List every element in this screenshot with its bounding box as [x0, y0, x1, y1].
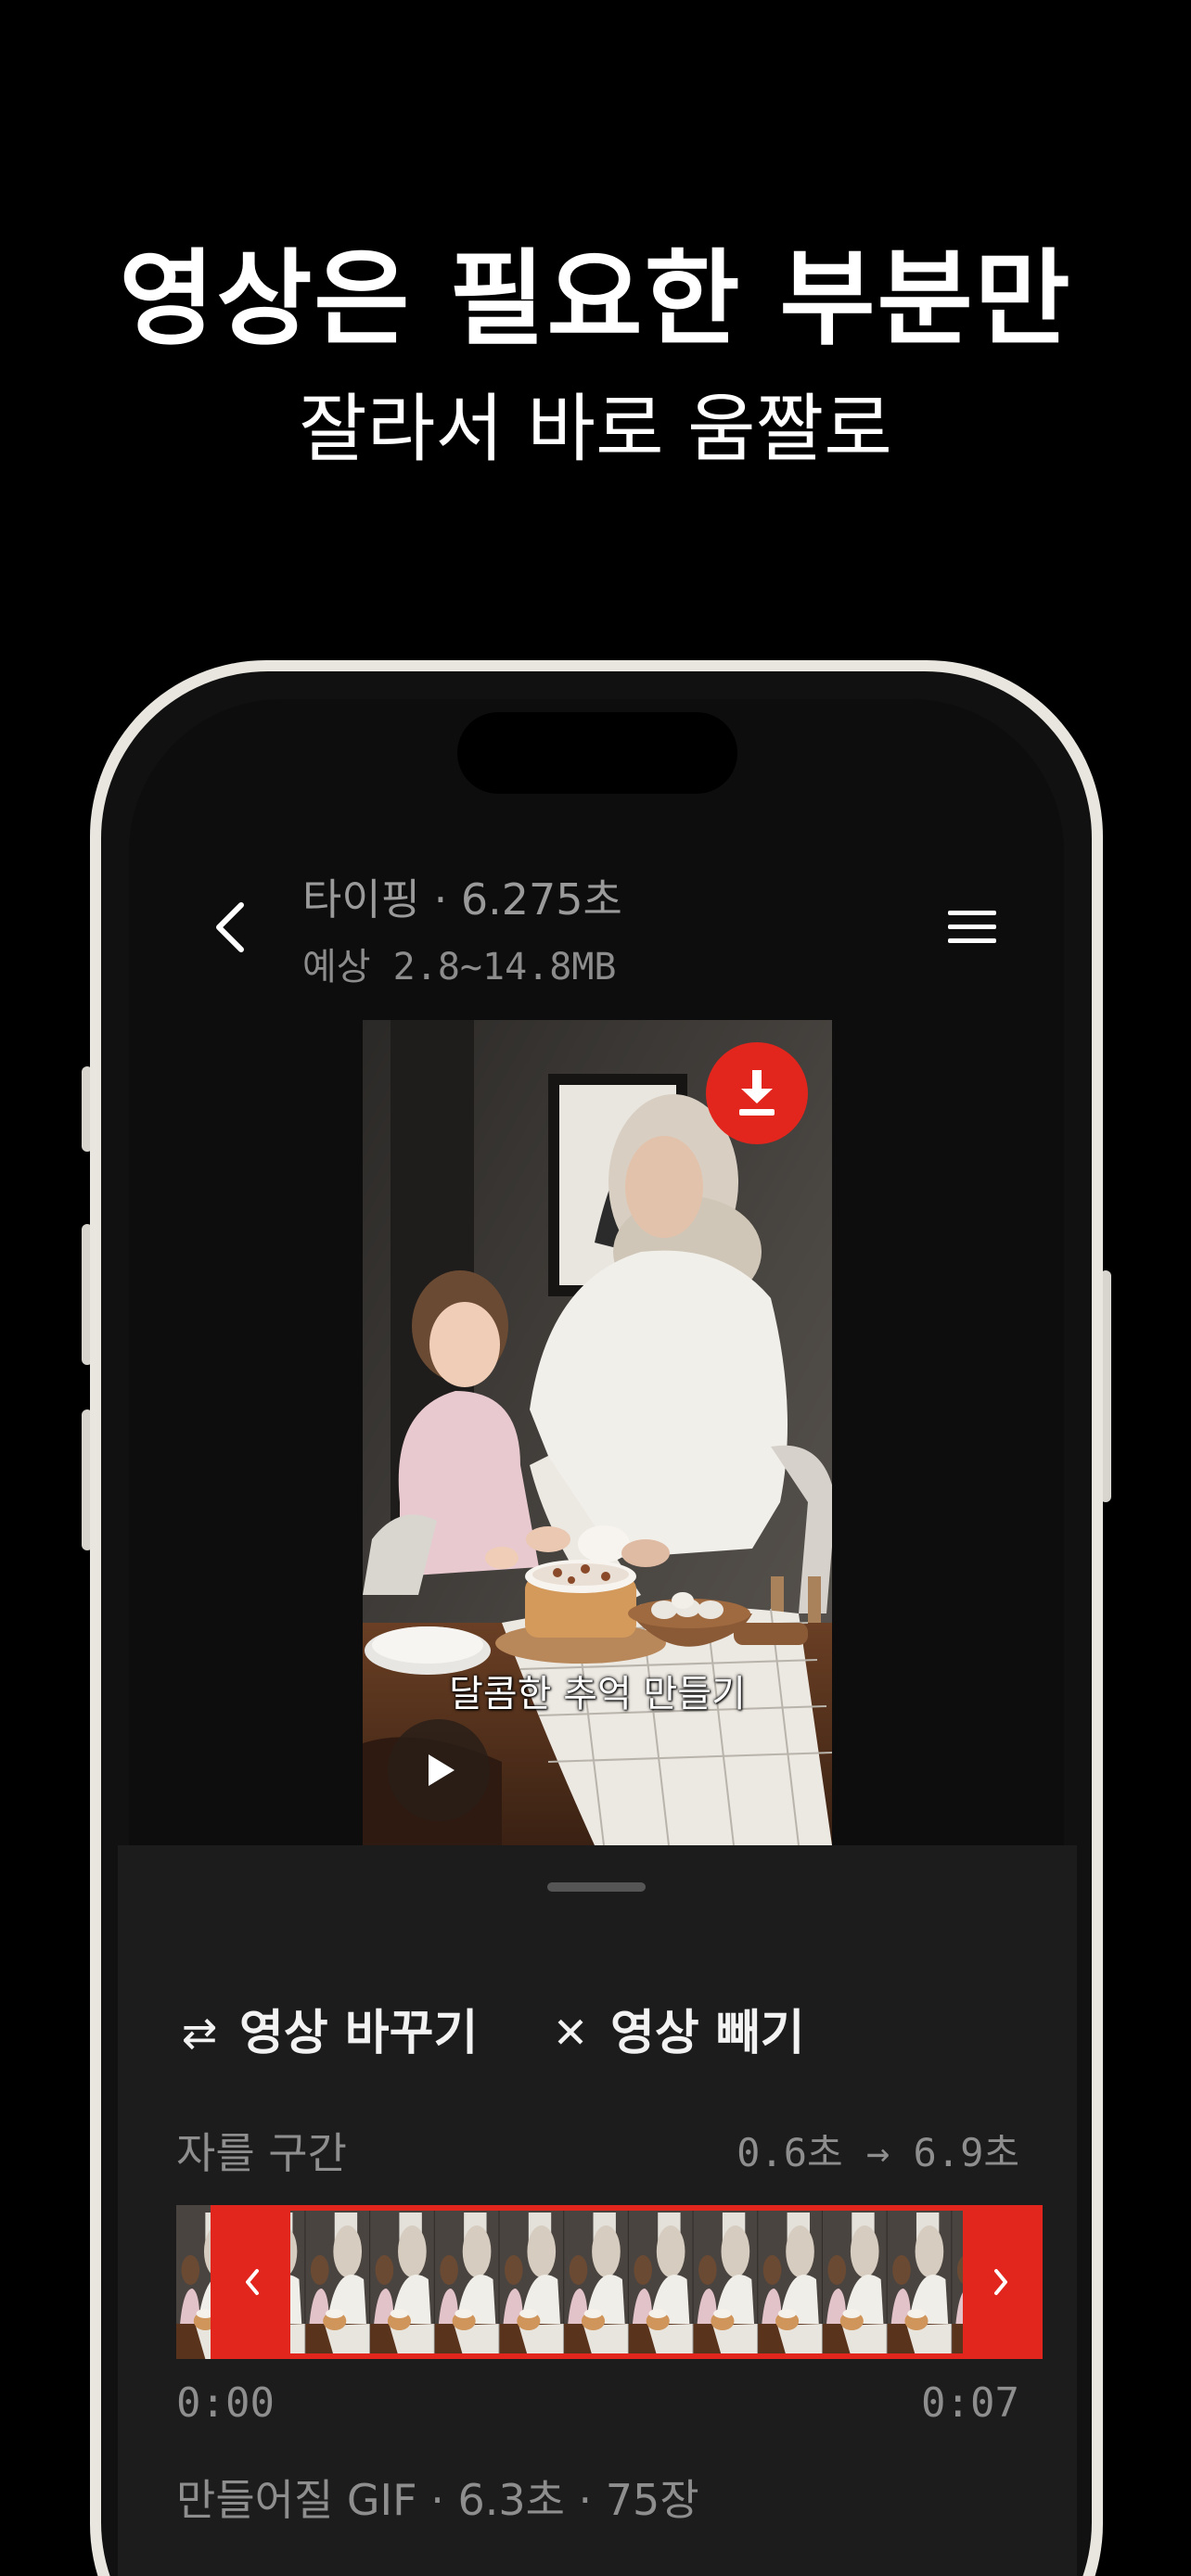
close-x-icon: ✕ [552, 2008, 589, 2058]
menu-button[interactable] [946, 907, 998, 948]
trim-selection[interactable] [210, 2205, 1044, 2359]
promo-headline: 영상은 필요한 부분만 [119, 239, 1072, 360]
hamburger-menu-icon [948, 911, 996, 943]
chevron-left-icon [216, 902, 244, 952]
play-button[interactable] [388, 1719, 490, 1821]
dynamic-island [457, 712, 737, 794]
download-button[interactable] [706, 1042, 808, 1144]
trim-end-handle[interactable] [963, 2205, 1044, 2359]
trim-start-handle[interactable] [210, 2205, 290, 2359]
swap-arrows-icon: ⇄ [181, 2008, 218, 2058]
gif-summary: 만들어질 GIF · 6.3초 · 75장 [176, 2475, 699, 2525]
promo-subline: 잘라서 바로 움짤로 [299, 386, 892, 472]
back-button[interactable] [206, 899, 252, 955]
chevron-right-icon [994, 2269, 1008, 2295]
sheet-grabber[interactable] [547, 1882, 646, 1892]
remove-video-button[interactable]: ✕ 영상 빼기 [547, 1994, 805, 2063]
timeline-start-time: 0:00 [176, 2379, 275, 2427]
remove-video-label: 영상 빼기 [610, 2006, 805, 2061]
clip-title: 타이핑 · 6.275초 [302, 874, 622, 925]
download-icon [739, 1070, 775, 1116]
chevron-left-icon [245, 2269, 259, 2295]
timeline-end-time: 0:07 [921, 2379, 1019, 2427]
play-icon [429, 1754, 455, 1786]
trim-range-values: 0.6초 → 6.9초 [736, 2130, 1019, 2175]
trim-range-label: 자를 구간 [176, 2128, 347, 2178]
estimated-size: 예상 2.8~14.8MB [302, 946, 617, 988]
swap-video-label: 영상 바꾸기 [239, 2006, 479, 2061]
swap-video-button[interactable]: ⇄ 영상 바꾸기 [176, 1994, 479, 2063]
video-caption: 달콤한 추억 만들기 [449, 1673, 746, 1715]
